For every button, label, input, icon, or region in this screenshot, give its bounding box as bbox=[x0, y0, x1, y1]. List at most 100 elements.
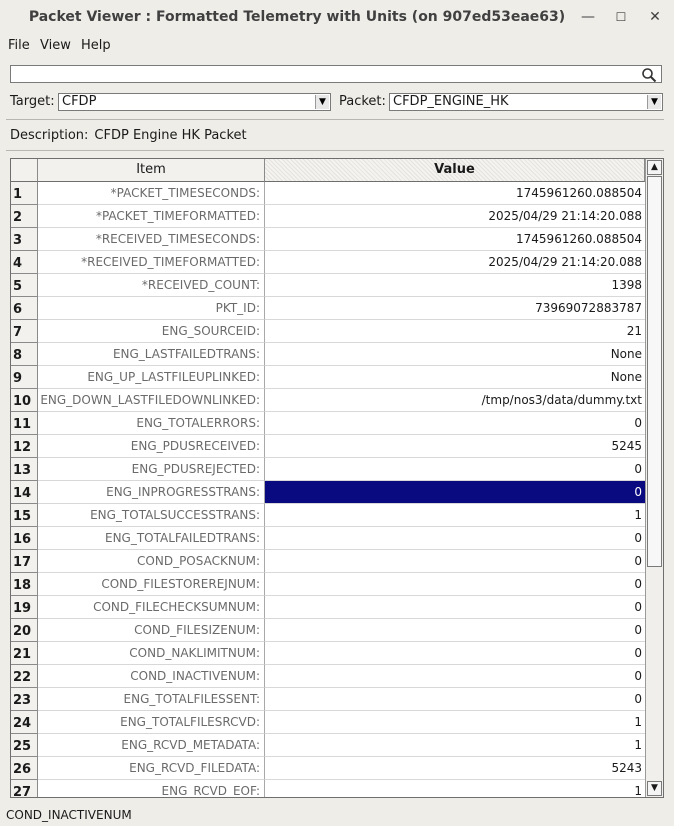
table-row[interactable]: 25 ENG_RCVD_METADATA: 1 bbox=[11, 734, 645, 757]
item-name-cell[interactable]: *PACKET_TIMEFORMATTED: bbox=[38, 205, 265, 228]
table-row[interactable]: 24 ENG_TOTALFILESRCVD: 1 bbox=[11, 711, 645, 734]
item-name-cell[interactable]: ENG_RCVD_FILEDATA: bbox=[38, 757, 265, 780]
packet-select[interactable]: CFDP_ENGINE_HK ▼ bbox=[389, 93, 663, 111]
item-name-cell[interactable]: ENG_INPROGRESSTRANS: bbox=[38, 481, 265, 504]
table-row[interactable]: 15 ENG_TOTALSUCCESSTRANS: 1 bbox=[11, 504, 645, 527]
row-number[interactable]: 25 bbox=[11, 734, 38, 757]
table-row[interactable]: 7 ENG_SOURCEID: 21 bbox=[11, 320, 645, 343]
row-number[interactable]: 22 bbox=[11, 665, 38, 688]
chevron-down-icon[interactable]: ▼ bbox=[647, 95, 661, 109]
menu-help[interactable]: Help bbox=[81, 38, 111, 53]
item-value-cell[interactable]: 0 bbox=[265, 412, 645, 435]
item-value-cell[interactable]: 0 bbox=[265, 619, 645, 642]
row-number[interactable]: 7 bbox=[11, 320, 38, 343]
item-value-cell[interactable]: 0 bbox=[265, 573, 645, 596]
item-value-cell[interactable]: 73969072883787 bbox=[265, 297, 645, 320]
table-row[interactable]: 21 COND_NAKLIMITNUM: 0 bbox=[11, 642, 645, 665]
item-value-cell[interactable]: 0 bbox=[265, 642, 645, 665]
scroll-up-icon[interactable]: ▲ bbox=[647, 160, 662, 175]
table-row[interactable]: 14 ENG_INPROGRESSTRANS: 0 bbox=[11, 481, 645, 504]
row-number[interactable]: 27 bbox=[11, 780, 38, 797]
column-header-item[interactable]: Item bbox=[38, 159, 265, 182]
item-value-cell[interactable]: 1 bbox=[265, 711, 645, 734]
table-row[interactable]: 23 ENG_TOTALFILESSENT: 0 bbox=[11, 688, 645, 711]
item-value-cell[interactable]: 2025/04/29 21:14:20.088 bbox=[265, 251, 645, 274]
row-number[interactable]: 2 bbox=[11, 205, 38, 228]
maximize-button[interactable]: ☐ bbox=[612, 8, 630, 26]
item-name-cell[interactable]: *PACKET_TIMESECONDS: bbox=[38, 182, 265, 205]
menu-view[interactable]: View bbox=[40, 38, 71, 53]
item-name-cell[interactable]: *RECEIVED_COUNT: bbox=[38, 274, 265, 297]
table-row[interactable]: 10 ENG_DOWN_LASTFILEDOWNLINKED:/tmp/nos3/… bbox=[11, 389, 645, 412]
table-row[interactable]: 11 ENG_TOTALERRORS: 0 bbox=[11, 412, 645, 435]
table-row[interactable]: 19 COND_FILECHECKSUMNUM: 0 bbox=[11, 596, 645, 619]
item-name-cell[interactable]: ENG_LASTFAILEDTRANS: bbox=[38, 343, 265, 366]
row-number[interactable]: 8 bbox=[11, 343, 38, 366]
item-name-cell[interactable]: COND_POSACKNUM: bbox=[38, 550, 265, 573]
item-name-cell[interactable]: ENG_DOWN_LASTFILEDOWNLINKED: bbox=[38, 389, 265, 412]
item-value-cell[interactable]: 21 bbox=[265, 320, 645, 343]
item-value-cell[interactable]: 0 bbox=[265, 688, 645, 711]
row-number[interactable]: 10 bbox=[11, 389, 38, 412]
chevron-down-icon[interactable]: ▼ bbox=[315, 95, 329, 109]
item-value-cell[interactable]: 1 bbox=[265, 780, 645, 797]
row-number[interactable]: 13 bbox=[11, 458, 38, 481]
row-number[interactable]: 20 bbox=[11, 619, 38, 642]
item-value-cell[interactable]: /tmp/nos3/data/dummy.txt bbox=[265, 389, 645, 412]
row-number[interactable]: 18 bbox=[11, 573, 38, 596]
close-button[interactable]: ✕ bbox=[646, 8, 664, 26]
table-row[interactable]: 2 *PACKET_TIMEFORMATTED: 2025/04/29 21:14:… bbox=[11, 205, 645, 228]
table-row[interactable]: 12 ENG_PDUSRECEIVED: 5245 bbox=[11, 435, 645, 458]
row-number[interactable]: 17 bbox=[11, 550, 38, 573]
item-value-cell[interactable]: 5245 bbox=[265, 435, 645, 458]
row-number[interactable]: 14 bbox=[11, 481, 38, 504]
item-name-cell[interactable]: ENG_RCVD_EOF: bbox=[38, 780, 265, 797]
item-name-cell[interactable]: ENG_TOTALFAILEDTRANS: bbox=[38, 527, 265, 550]
item-value-cell[interactable]: 1745961260.088504 bbox=[265, 182, 645, 205]
item-value-cell[interactable]: None bbox=[265, 366, 645, 389]
table-row[interactable]: 8 ENG_LASTFAILEDTRANS: None bbox=[11, 343, 645, 366]
item-value-cell[interactable]: None bbox=[265, 343, 645, 366]
item-name-cell[interactable]: *RECEIVED_TIMEFORMATTED: bbox=[38, 251, 265, 274]
scroll-thumb[interactable] bbox=[647, 176, 662, 567]
table-row[interactable]: 16 ENG_TOTALFAILEDTRANS: 0 bbox=[11, 527, 645, 550]
item-value-cell[interactable]: 1 bbox=[265, 734, 645, 757]
row-number[interactable]: 24 bbox=[11, 711, 38, 734]
minimize-button[interactable]: — bbox=[579, 8, 597, 26]
row-number[interactable]: 12 bbox=[11, 435, 38, 458]
row-number[interactable]: 6 bbox=[11, 297, 38, 320]
row-number[interactable]: 11 bbox=[11, 412, 38, 435]
table-row[interactable]: 17 COND_POSACKNUM: 0 bbox=[11, 550, 645, 573]
item-value-cell[interactable]: 0 bbox=[265, 458, 645, 481]
item-name-cell[interactable]: ENG_TOTALFILESRCVD: bbox=[38, 711, 265, 734]
item-name-cell[interactable]: ENG_PDUSREJECTED: bbox=[38, 458, 265, 481]
row-number[interactable]: 4 bbox=[11, 251, 38, 274]
vertical-scrollbar[interactable]: ▲ ▼ bbox=[645, 159, 663, 797]
search-icon[interactable] bbox=[641, 67, 657, 83]
column-header-value[interactable]: Value bbox=[265, 159, 645, 182]
target-select[interactable]: CFDP ▼ bbox=[58, 93, 331, 111]
item-name-cell[interactable]: ENG_RCVD_METADATA: bbox=[38, 734, 265, 757]
item-name-cell[interactable]: COND_FILECHECKSUMNUM: bbox=[38, 596, 265, 619]
table-row[interactable]: 26 ENG_RCVD_FILEDATA: 5243 bbox=[11, 757, 645, 780]
row-number[interactable]: 9 bbox=[11, 366, 38, 389]
table-row[interactable]: 3 *RECEIVED_TIMESECONDS: 1745961260.088504 bbox=[11, 228, 645, 251]
item-name-cell[interactable]: COND_NAKLIMITNUM: bbox=[38, 642, 265, 665]
row-number[interactable]: 1 bbox=[11, 182, 38, 205]
row-number[interactable]: 19 bbox=[11, 596, 38, 619]
row-number[interactable]: 16 bbox=[11, 527, 38, 550]
item-value-cell[interactable]: 0 bbox=[265, 527, 645, 550]
table-row[interactable]: 1 *PACKET_TIMESECONDS: 1745961260.088504 bbox=[11, 182, 645, 205]
table-row[interactable]: 22 COND_INACTIVENUM: 0 bbox=[11, 665, 645, 688]
row-number[interactable]: 3 bbox=[11, 228, 38, 251]
menu-file[interactable]: File bbox=[8, 38, 30, 53]
item-name-cell[interactable]: PKT_ID: bbox=[38, 297, 265, 320]
item-value-cell[interactable]: 1 bbox=[265, 504, 645, 527]
item-name-cell[interactable]: ENG_TOTALERRORS: bbox=[38, 412, 265, 435]
item-name-cell[interactable]: ENG_TOTALSUCCESSTRANS: bbox=[38, 504, 265, 527]
item-value-cell[interactable]: 0 bbox=[265, 596, 645, 619]
item-name-cell[interactable]: COND_FILESTOREREJNUM: bbox=[38, 573, 265, 596]
table-row[interactable]: 27 ENG_RCVD_EOF: 1 bbox=[11, 780, 645, 797]
table-row[interactable]: 13 ENG_PDUSREJECTED: 0 bbox=[11, 458, 645, 481]
item-value-cell[interactable]: 0 bbox=[265, 481, 645, 504]
